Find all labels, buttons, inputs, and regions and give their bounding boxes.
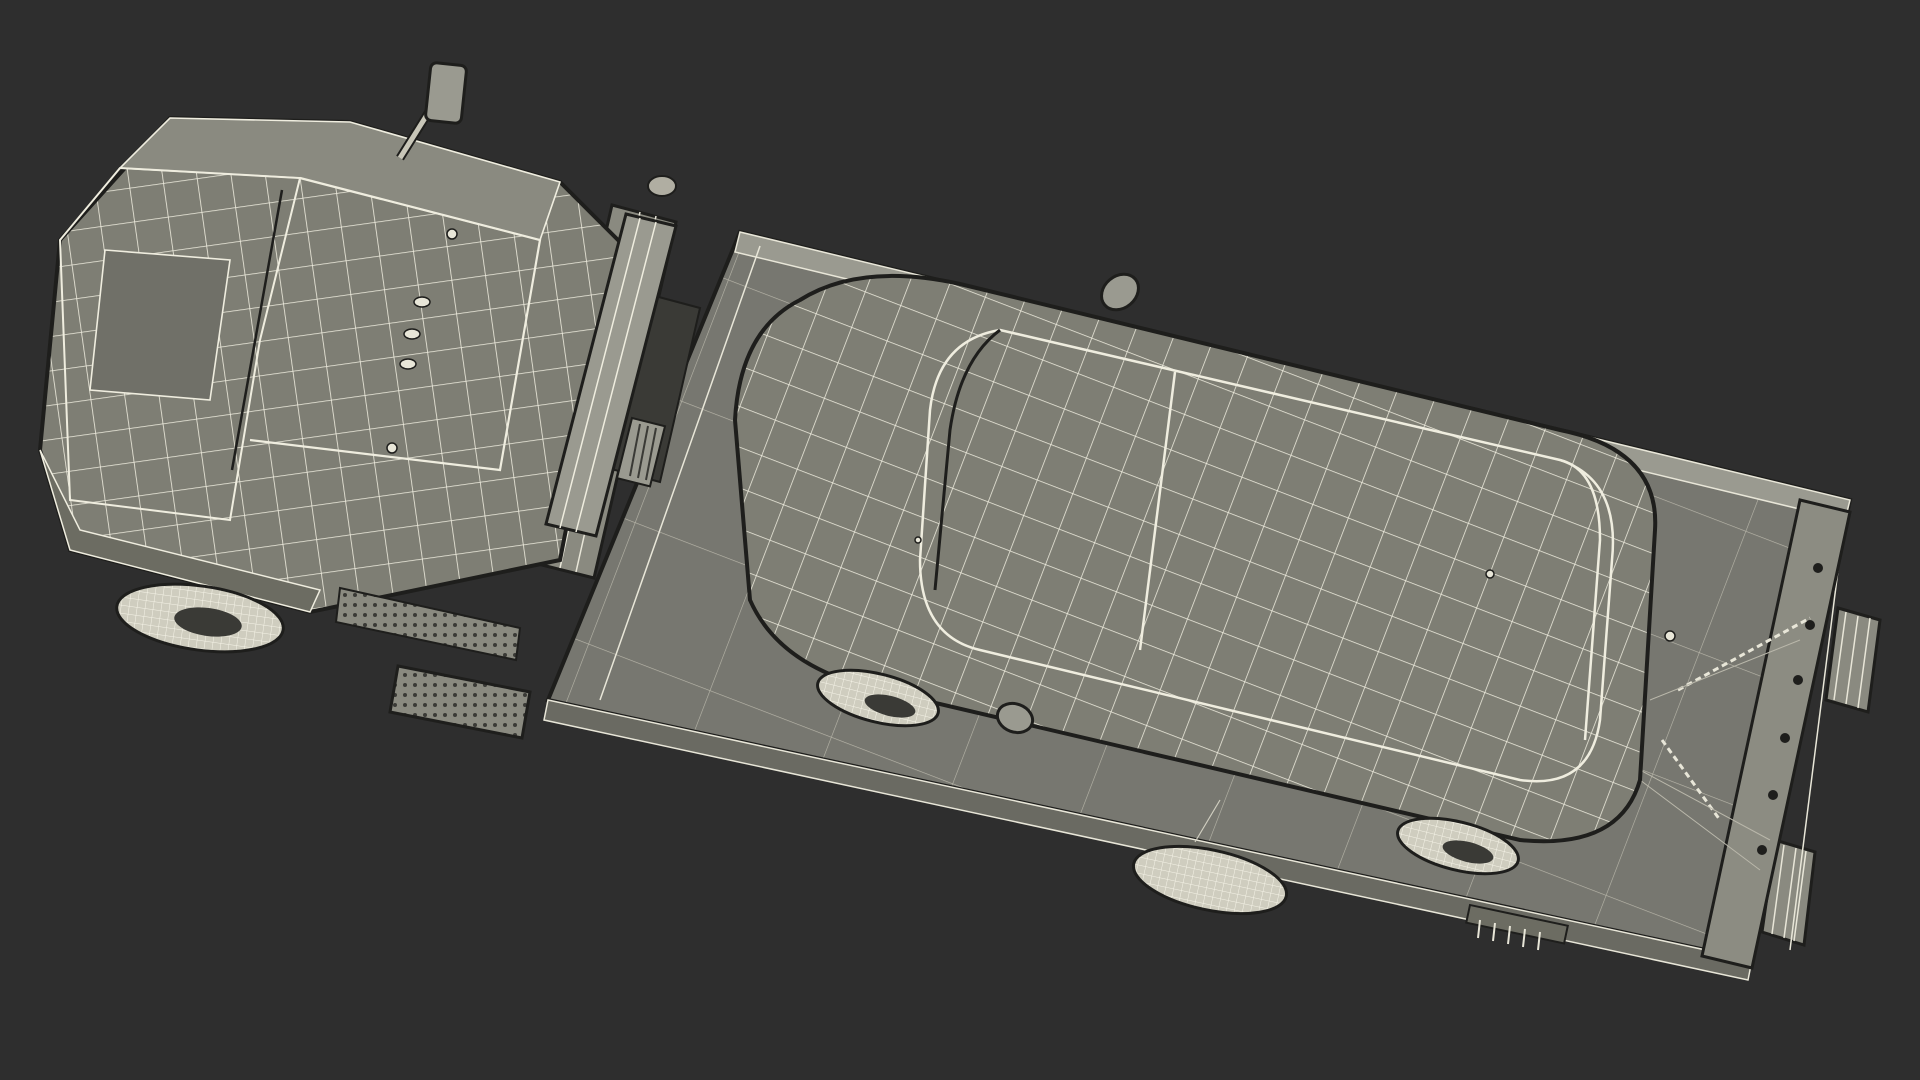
truck-cab	[37, 115, 625, 615]
wireframe-render	[37, 61, 1882, 981]
cab-step	[334, 586, 532, 740]
car-mirror-top	[1100, 272, 1140, 312]
viewport	[0, 0, 1920, 1080]
rear-ramp-upper	[1824, 606, 1882, 714]
truck-side-mirror	[396, 61, 468, 161]
